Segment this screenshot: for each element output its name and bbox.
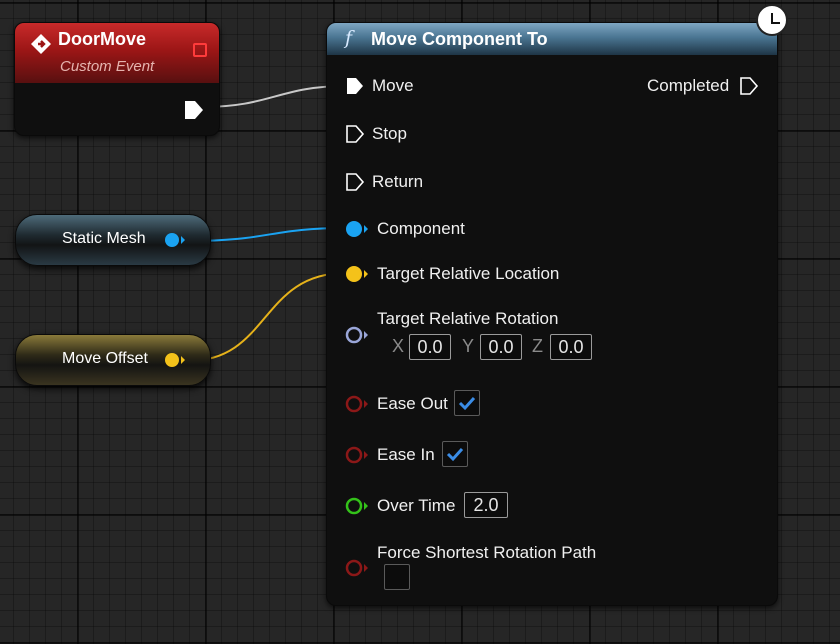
function-title: Move Component To: [371, 29, 548, 49]
latent-clock-icon: [756, 4, 788, 36]
replicate-icon: [193, 43, 207, 57]
return-label: Return: [372, 172, 424, 191]
y-axis-label: Y: [462, 336, 475, 356]
over-time-label: Over Time: [377, 496, 456, 515]
event-header[interactable]: DoorMove Custom Event: [15, 23, 219, 83]
exec-output-pin-icon[interactable]: [739, 76, 759, 96]
component-label: Component: [377, 219, 465, 238]
event-subtitle: Custom Event: [60, 58, 155, 75]
exec-input-pin-icon[interactable]: [345, 76, 365, 96]
ease-out-label: Ease Out: [377, 394, 448, 413]
target-rotation-pin-row[interactable]: Target Relative Rotation X 0.0 Y 0.0 Z 0…: [345, 309, 645, 365]
force-shortest-checkbox[interactable]: [384, 564, 410, 590]
exec-input-pin-icon[interactable]: [345, 172, 365, 192]
rotation-y-field[interactable]: 0.0: [480, 334, 522, 360]
event-title: DoorMove: [58, 29, 147, 49]
ease-in-label: Ease In: [377, 445, 435, 464]
static-mesh-variable-node[interactable]: Static Mesh: [15, 214, 211, 266]
component-wire[interactable]: [187, 227, 347, 242]
target-location-label: Target Relative Location: [377, 264, 560, 283]
location-wire[interactable]: [187, 272, 347, 362]
move-component-to-node[interactable]: f Move Component To Move Completed Stop …: [326, 22, 778, 606]
x-axis-label: X: [392, 336, 405, 356]
bool-input-pin-icon[interactable]: [345, 446, 371, 464]
custom-event-icon: [31, 34, 51, 54]
ease-in-pin-row[interactable]: Ease In: [345, 441, 545, 469]
exec-input-pin-icon[interactable]: [345, 124, 365, 144]
object-output-pin[interactable]: [164, 232, 188, 248]
over-time-field[interactable]: 2.0: [464, 492, 508, 518]
move-offset-label: Move Offset: [62, 350, 148, 367]
checkmark-icon: [458, 396, 476, 411]
vector-input-pin-icon[interactable]: [345, 265, 371, 283]
static-mesh-label: Static Mesh: [62, 230, 146, 247]
object-input-pin-icon[interactable]: [345, 220, 371, 238]
exec-wire[interactable]: [202, 85, 347, 108]
ease-out-pin-row[interactable]: Ease Out: [345, 390, 545, 418]
function-icon: f: [345, 27, 353, 49]
bool-input-pin-icon[interactable]: [345, 395, 371, 413]
stop-label: Stop: [372, 124, 407, 143]
move-label: Move: [372, 76, 414, 95]
bool-input-pin-icon[interactable]: [345, 559, 371, 577]
z-axis-label: Z: [532, 336, 543, 356]
ease-out-checkbox[interactable]: [454, 390, 480, 416]
force-shortest-label: Force Shortest Rotation Path: [377, 543, 597, 562]
checkmark-icon: [446, 447, 464, 462]
ease-in-checkbox[interactable]: [442, 441, 468, 467]
vector-output-pin[interactable]: [164, 352, 188, 368]
over-time-pin-row[interactable]: Over Time 2.0: [345, 491, 545, 521]
rotation-z-field[interactable]: 0.0: [550, 334, 592, 360]
move-offset-variable-node[interactable]: Move Offset: [15, 334, 211, 386]
rotation-x-field[interactable]: 0.0: [409, 334, 451, 360]
exec-output-pin[interactable]: [183, 99, 205, 121]
target-rotation-label: Target Relative Rotation: [377, 309, 559, 328]
force-shortest-pin-row[interactable]: Force Shortest Rotation Path: [345, 543, 645, 593]
rotator-input-pin-icon[interactable]: [345, 326, 371, 344]
completed-label: Completed: [647, 76, 730, 95]
float-input-pin-icon[interactable]: [345, 497, 371, 515]
custom-event-node[interactable]: DoorMove Custom Event: [14, 22, 220, 136]
function-header[interactable]: f Move Component To: [327, 23, 777, 55]
